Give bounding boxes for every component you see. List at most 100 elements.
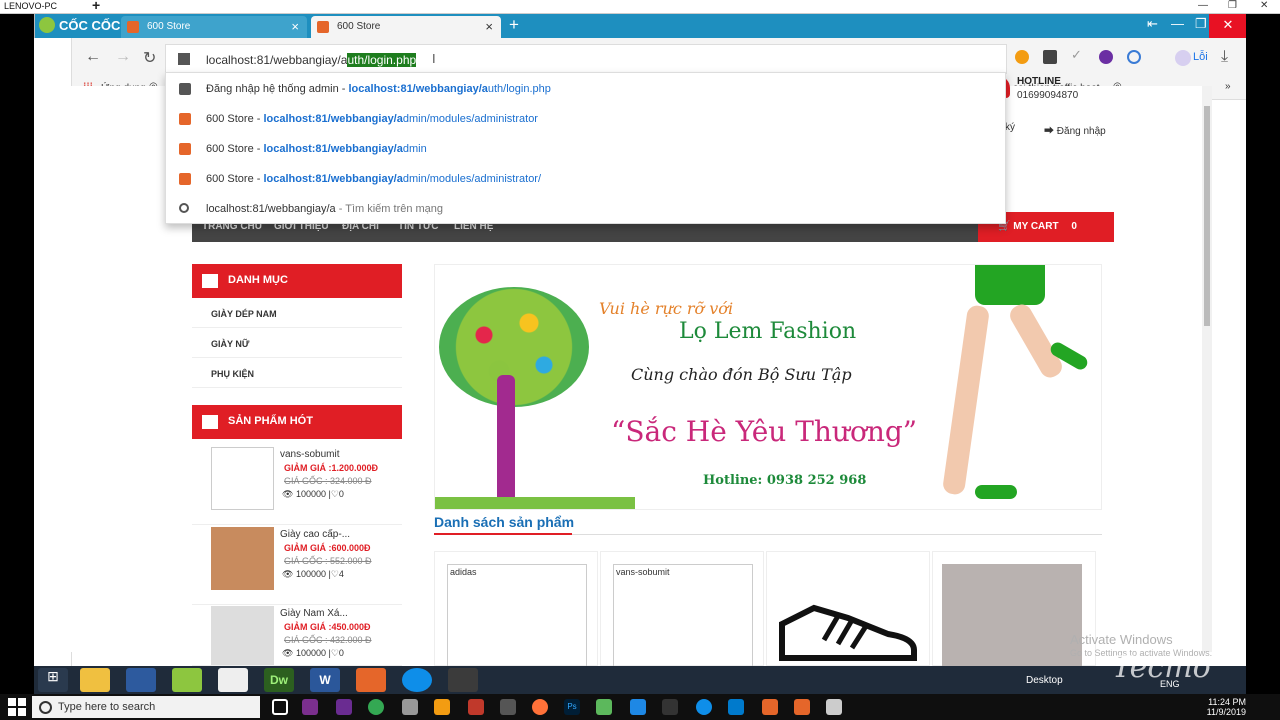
product-image[interactable] bbox=[942, 564, 1082, 666]
product-image[interactable] bbox=[211, 606, 274, 665]
suggestion-row[interactable]: Đăng nhập hệ thống admin - localhost:81/… bbox=[166, 74, 1007, 104]
product-image[interactable]: vans-sobumit bbox=[613, 564, 753, 674]
separator: - bbox=[338, 83, 349, 95]
image-alt-text: vans-sobumit bbox=[616, 567, 670, 577]
original-price: GIÁ GỐC : 324.000 Đ bbox=[284, 476, 372, 486]
maximize-window-icon[interactable]: ❐ bbox=[1195, 16, 1207, 32]
suggestion-row[interactable]: 600 Store - localhost:81/webbangiay/admi… bbox=[166, 104, 1007, 134]
list-icon bbox=[202, 274, 218, 288]
xampp-icon[interactable] bbox=[762, 699, 778, 715]
screen-icon[interactable] bbox=[1043, 50, 1057, 64]
category-item[interactable]: GIÀY DÉP NAM bbox=[192, 298, 402, 328]
product-name[interactable]: Giày cao cấp-... bbox=[280, 529, 350, 540]
heart-icon: ♡ bbox=[330, 648, 339, 658]
reload-icon[interactable]: ↻ bbox=[143, 48, 156, 68]
suggestion-url-match: localhost:81/webbangiay/a bbox=[263, 143, 403, 155]
new-tab-icon[interactable]: + bbox=[509, 15, 519, 35]
restore-icon[interactable]: ❐ bbox=[1228, 0, 1237, 11]
product-image[interactable]: adidas bbox=[447, 564, 587, 674]
app-icon[interactable] bbox=[630, 699, 646, 715]
app-icon[interactable] bbox=[402, 699, 418, 715]
product-name[interactable]: vans-sobumit bbox=[280, 449, 339, 460]
login-link[interactable]: ⮕ Đăng nhập bbox=[1044, 122, 1106, 137]
coccoc-icon[interactable] bbox=[172, 668, 202, 692]
new-window-icon[interactable]: + bbox=[92, 0, 100, 13]
suggestion-url-rest: dmin/modules/administrator/ bbox=[402, 173, 542, 185]
hot-product[interactable]: Giày Nam Xá... GIẢM GIÁ :450.000Đ GIÁ GỐ… bbox=[192, 606, 402, 666]
xampp-icon[interactable] bbox=[356, 668, 386, 692]
sublime-icon[interactable] bbox=[434, 699, 450, 715]
app-icon[interactable] bbox=[662, 699, 678, 715]
suggestion-url-rest: uth/login.php bbox=[487, 83, 551, 95]
app-icon[interactable] bbox=[336, 699, 352, 715]
product-card[interactable]: adidas bbox=[434, 551, 598, 674]
extension-icon[interactable] bbox=[1015, 50, 1029, 64]
vscode-icon[interactable] bbox=[728, 699, 744, 715]
product-image[interactable] bbox=[211, 447, 274, 510]
photoshop-icon[interactable]: Ps bbox=[564, 699, 580, 715]
category-item[interactable]: GIÀY NỮ bbox=[192, 328, 402, 358]
product-card[interactable]: vans-sobumit bbox=[600, 551, 764, 674]
chrome-icon[interactable] bbox=[368, 699, 384, 715]
eye-icon: 👁 bbox=[282, 648, 294, 658]
dreamweaver-icon[interactable]: Dw bbox=[264, 668, 294, 692]
product-image[interactable] bbox=[211, 527, 274, 590]
back-arrow-icon[interactable]: ⇤ bbox=[1147, 16, 1158, 32]
model-skirt bbox=[975, 265, 1045, 305]
suggestion-row[interactable]: 600 Store - localhost:81/webbangiay/admi… bbox=[166, 134, 1007, 164]
scrollbar-thumb[interactable] bbox=[1204, 106, 1210, 326]
sublime-icon[interactable] bbox=[448, 668, 478, 692]
forward-icon[interactable]: → bbox=[115, 48, 131, 66]
download-icon[interactable]: ⤓ bbox=[1221, 48, 1228, 66]
sneaker-icon[interactable] bbox=[778, 604, 918, 662]
taskbar-search[interactable]: Type here to search bbox=[32, 696, 260, 718]
windows-start-icon[interactable]: ⊞ bbox=[38, 668, 68, 692]
word-icon[interactable]: W bbox=[310, 668, 340, 692]
firefox-icon[interactable] bbox=[532, 699, 548, 715]
green-heel bbox=[975, 485, 1017, 499]
profile-button[interactable]: Lỗi bbox=[1171, 46, 1215, 70]
tab-close-icon[interactable]: × bbox=[485, 19, 493, 34]
tree-trunk bbox=[497, 375, 515, 507]
more-bookmarks-icon[interactable]: » bbox=[1225, 81, 1231, 92]
back-icon[interactable]: ← bbox=[85, 48, 101, 66]
color-picker-icon[interactable] bbox=[1099, 50, 1113, 64]
heart-icon: ♡ bbox=[330, 569, 339, 579]
desktop-toolbar-label[interactable]: Desktop bbox=[1026, 675, 1063, 686]
tab-close-icon[interactable]: × bbox=[291, 19, 299, 34]
address-bar[interactable]: localhost:81/webbangiay/auth/login.php I bbox=[165, 44, 1007, 74]
system-clock[interactable]: 11:24 PM 11/9/2019 bbox=[1196, 697, 1246, 717]
extension-circle-icon[interactable] bbox=[1127, 50, 1141, 64]
app-icon[interactable] bbox=[468, 699, 484, 715]
minimize-window-icon[interactable]: — bbox=[1171, 16, 1184, 31]
file-explorer-icon[interactable] bbox=[80, 668, 110, 692]
computer-icon[interactable] bbox=[126, 668, 156, 692]
promo-banner[interactable]: Vui hè rực rỡ với Lọ Lem Fashion Cùng ch… bbox=[434, 264, 1102, 510]
close-window-icon[interactable]: ✕ bbox=[1209, 14, 1246, 38]
tab-1[interactable]: 600 Store × bbox=[121, 16, 307, 38]
start-icon[interactable] bbox=[8, 698, 26, 716]
app-icon[interactable] bbox=[596, 699, 612, 715]
teamviewer-icon[interactable] bbox=[402, 668, 432, 692]
category-item[interactable]: PHỤ KIỆN bbox=[192, 358, 402, 388]
minimize-icon[interactable]: — bbox=[1198, 0, 1208, 11]
calculator-icon[interactable] bbox=[218, 668, 248, 692]
app-icon[interactable] bbox=[302, 699, 318, 715]
tab-2[interactable]: 600 Store × bbox=[311, 16, 501, 38]
original-price: GIÁ GỐC : 552.000 Đ bbox=[284, 556, 372, 566]
teamviewer-icon[interactable] bbox=[696, 699, 712, 715]
product-name[interactable]: Giày Nam Xá... bbox=[280, 608, 348, 619]
eye-icon: 👁 bbox=[282, 569, 294, 579]
hot-product[interactable]: vans-sobumit GIẢM GIÁ :1.200.000Đ GIÁ GỐ… bbox=[192, 447, 402, 525]
app-icon[interactable] bbox=[794, 699, 810, 715]
check-icon[interactable]: ✓ bbox=[1071, 47, 1085, 62]
address-input[interactable]: localhost:81/webbangiay/auth/login.php bbox=[206, 53, 417, 67]
hot-product[interactable]: Giày cao cấp-... GIẢM GIÁ :600.000Đ GIÁ … bbox=[192, 527, 402, 605]
suggestion-row[interactable]: localhost:81/webbangiay/a - Tìm kiếm trê… bbox=[166, 194, 1007, 224]
app-icon[interactable] bbox=[826, 699, 842, 715]
page-scrollbar[interactable] bbox=[1202, 86, 1212, 652]
close-icon[interactable]: ✕ bbox=[1260, 0, 1268, 11]
app-icon[interactable] bbox=[500, 699, 516, 715]
task-view-icon[interactable] bbox=[272, 699, 288, 715]
suggestion-row[interactable]: 600 Store - localhost:81/webbangiay/admi… bbox=[166, 164, 1007, 194]
